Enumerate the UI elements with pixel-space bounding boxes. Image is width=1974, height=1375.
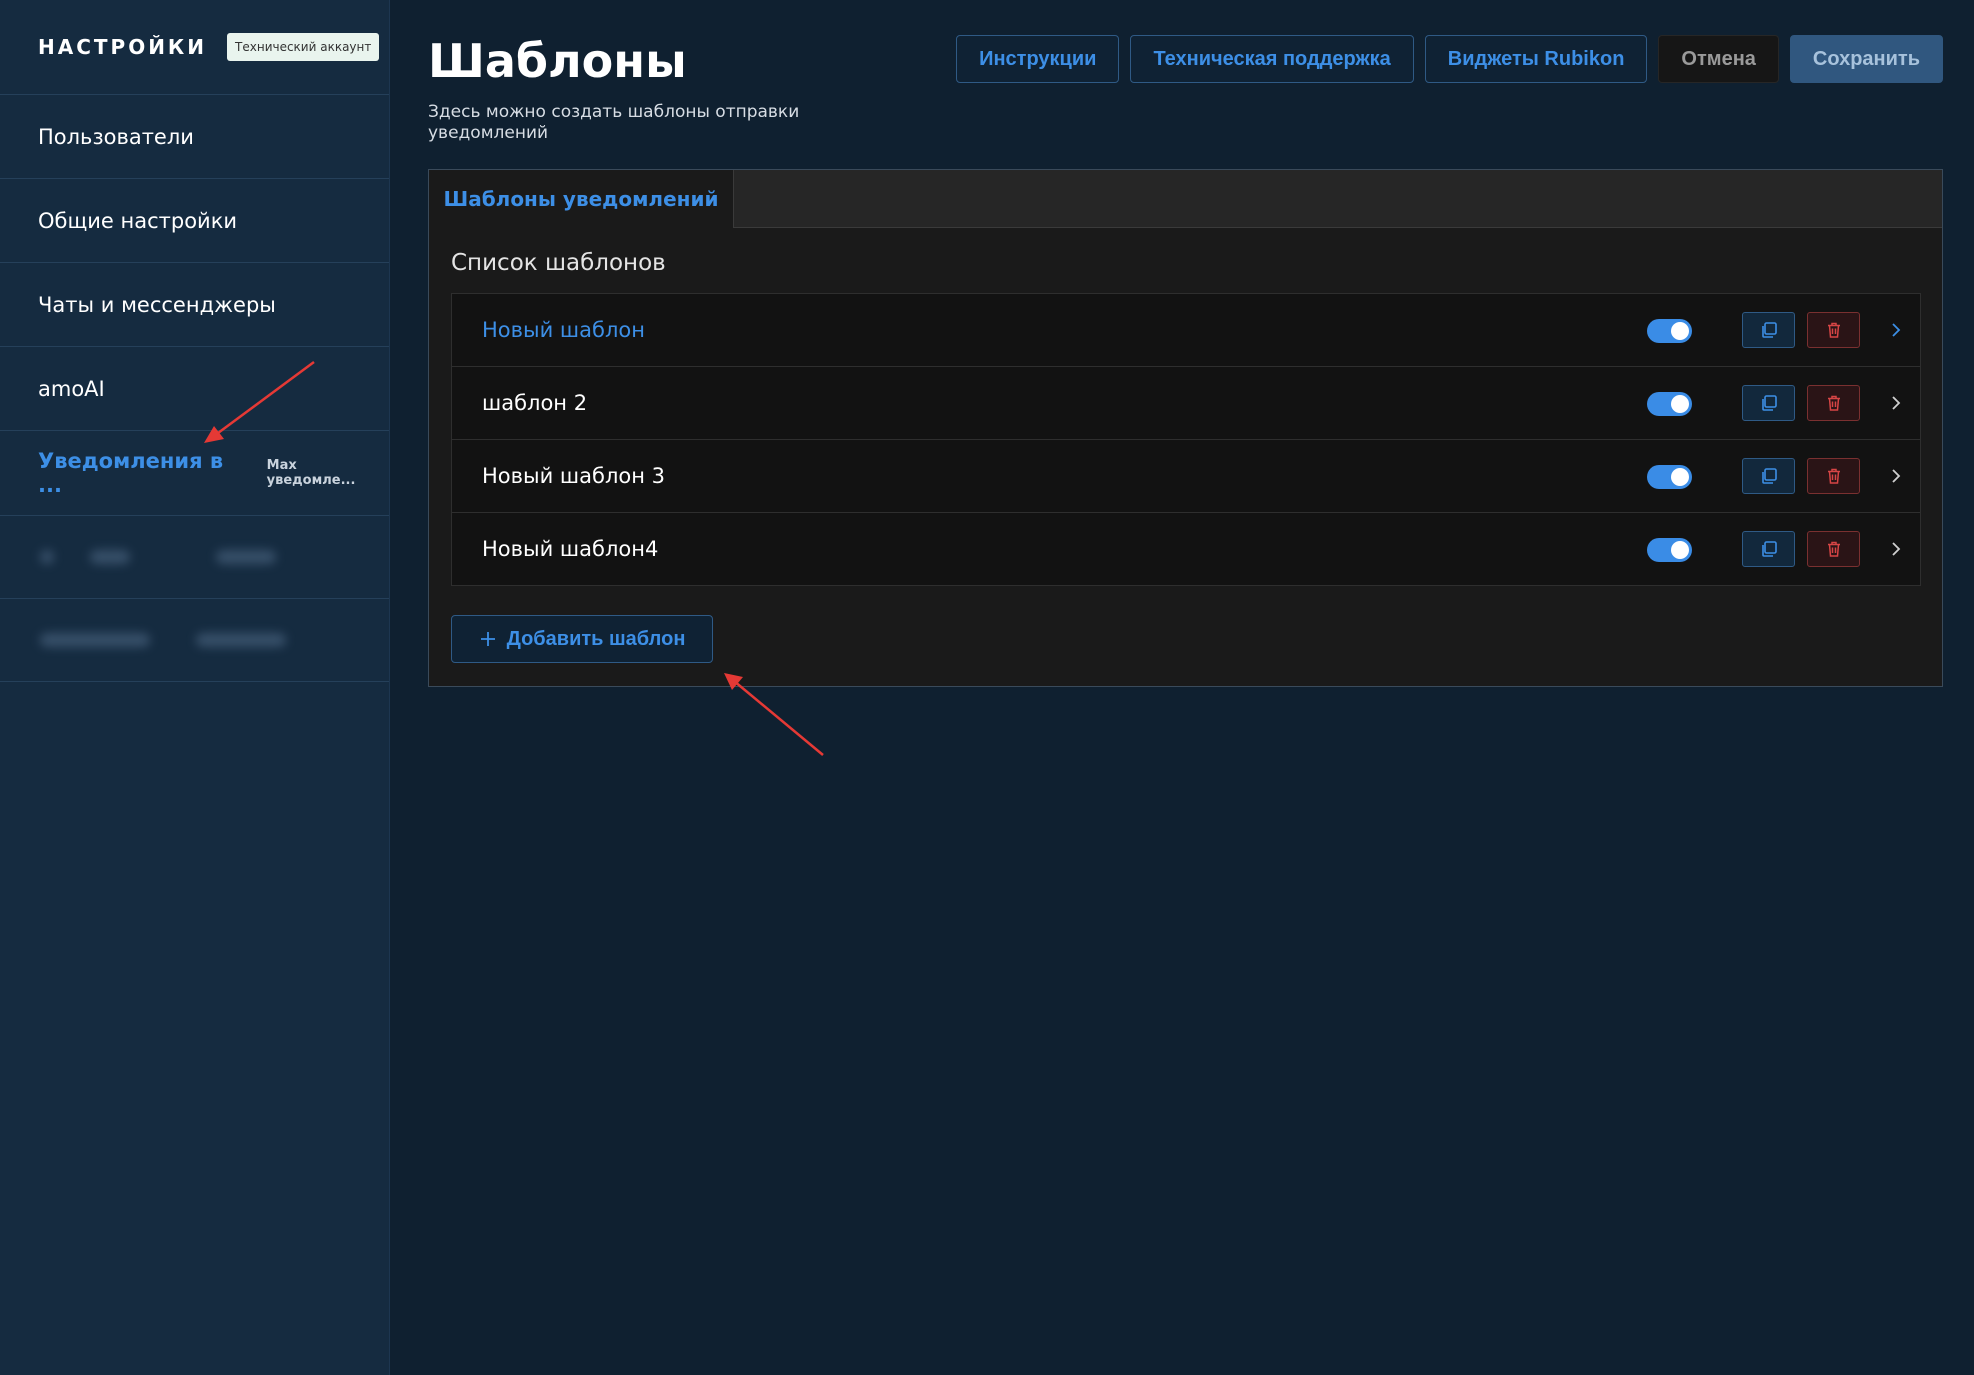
copy-icon [1761, 468, 1777, 484]
account-badge: Технический аккаунт [227, 33, 380, 61]
templates-list: Новый шаблон шаблон 2 Новый шаблон 3 Нов… [451, 293, 1921, 586]
toolbar: Инструкции Техническая поддержка Виджеты… [956, 35, 1943, 83]
app-root: НАСТРОЙКИ Технический аккаунт Пользовате… [0, 0, 1974, 1375]
sidebar-item-label: Общие настройки [38, 208, 238, 233]
templates-panel: Шаблоны уведомлений Список шаблонов Новы… [428, 169, 1943, 687]
support-button[interactable]: Техническая поддержка [1130, 35, 1414, 83]
blurred-content [196, 633, 286, 647]
template-name: Новый шаблон4 [482, 537, 659, 561]
template-enabled-toggle[interactable] [1647, 319, 1692, 343]
sidebar-item-label: Пользователи [38, 124, 194, 149]
template-enabled-toggle[interactable] [1647, 538, 1692, 562]
sidebar-title: НАСТРОЙКИ [38, 35, 208, 59]
template-enabled-toggle[interactable] [1647, 465, 1692, 489]
toggle-knob [1671, 322, 1689, 340]
sidebar-item-blurred[interactable] [0, 599, 389, 682]
sidebar-item-amoai[interactable]: amoAI [0, 347, 389, 431]
sidebar-item-notifications[interactable]: Уведомления в ... Max уведомле... [0, 431, 389, 516]
template-row[interactable]: шаблон 2 [452, 367, 1920, 440]
delete-template-button[interactable] [1807, 312, 1860, 348]
sidebar-header: НАСТРОЙКИ Технический аккаунт [0, 0, 389, 95]
plus-icon [480, 632, 495, 646]
delete-template-button[interactable] [1807, 385, 1860, 421]
sidebar-item-users[interactable]: Пользователи [0, 95, 389, 179]
sidebar-item-chats-messengers[interactable]: Чаты и мессенджеры [0, 263, 389, 347]
trash-icon [1827, 322, 1840, 338]
template-row[interactable]: Новый шаблон [452, 294, 1920, 367]
template-row[interactable]: Новый шаблон4 [452, 513, 1920, 586]
trash-icon [1827, 468, 1840, 484]
delete-template-button[interactable] [1807, 531, 1860, 567]
copy-template-button[interactable] [1742, 312, 1795, 348]
copy-template-button[interactable] [1742, 531, 1795, 567]
trash-icon [1827, 395, 1840, 411]
widgets-button[interactable]: Виджеты Rubikon [1424, 35, 1648, 83]
template-name: Новый шаблон 3 [482, 464, 665, 488]
template-row[interactable]: Новый шаблон 3 [452, 440, 1920, 513]
copy-template-button[interactable] [1742, 385, 1795, 421]
blurred-content [216, 550, 276, 564]
trash-icon [1827, 541, 1840, 557]
sidebar-item-sublabel: Max уведомле... [266, 458, 356, 488]
tab-bar: Шаблоны уведомлений [429, 170, 1942, 228]
list-title: Список шаблонов [451, 250, 666, 276]
chevron-right-icon[interactable] [1884, 391, 1908, 415]
blurred-content [40, 550, 54, 564]
sidebar-item-general-settings[interactable]: Общие настройки [0, 179, 389, 263]
page-title: Шаблоны [428, 34, 687, 88]
chevron-right-icon[interactable] [1884, 464, 1908, 488]
sidebar-item-blurred[interactable] [0, 516, 389, 599]
add-template-button[interactable]: Добавить шаблон [451, 615, 713, 663]
cancel-button[interactable]: Отмена [1658, 35, 1779, 83]
instructions-button[interactable]: Инструкции [956, 35, 1120, 83]
copy-icon [1761, 395, 1777, 411]
sidebar-item-label: amoAI [38, 376, 105, 401]
page-description: Здесь можно создать шаблоны отправки уве… [428, 102, 800, 143]
tab-notification-templates[interactable]: Шаблоны уведомлений [429, 170, 734, 228]
chevron-right-icon[interactable] [1884, 537, 1908, 561]
chevron-right-icon[interactable] [1884, 318, 1908, 342]
copy-icon [1761, 322, 1777, 338]
copy-icon [1761, 541, 1777, 557]
sidebar-item-label: Уведомления в ... [38, 449, 224, 497]
toggle-knob [1671, 468, 1689, 486]
toggle-knob [1671, 541, 1689, 559]
delete-template-button[interactable] [1807, 458, 1860, 494]
blurred-content [40, 633, 150, 647]
blurred-content [90, 550, 130, 564]
copy-template-button[interactable] [1742, 458, 1795, 494]
template-name: Новый шаблон [482, 318, 645, 342]
sidebar-item-label: Чаты и мессенджеры [38, 292, 276, 317]
template-name: шаблон 2 [482, 391, 588, 415]
add-template-label: Добавить шаблон [506, 627, 686, 650]
toggle-knob [1671, 395, 1689, 413]
template-enabled-toggle[interactable] [1647, 392, 1692, 416]
sidebar: НАСТРОЙКИ Технический аккаунт Пользовате… [0, 0, 390, 1375]
save-button[interactable]: Сохранить [1789, 35, 1943, 83]
